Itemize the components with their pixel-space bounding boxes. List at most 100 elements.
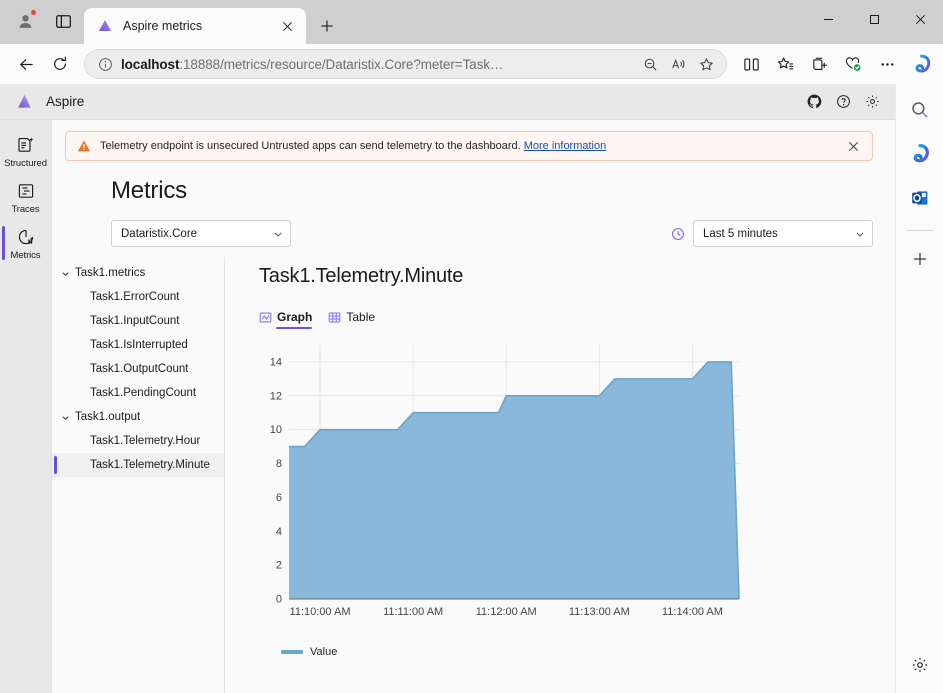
search-icon[interactable] [904, 94, 936, 126]
sidebar-label-metrics: Metrics [10, 250, 41, 261]
svg-text:10: 10 [270, 424, 282, 436]
metrics-tree: Task1.metrics Task1.ErrorCount Task1.Inp… [52, 257, 225, 693]
svg-text:11:12:00 AM: 11:12:00 AM [476, 606, 537, 618]
add-favorite-icon[interactable] [692, 51, 720, 77]
tree-item-isinterrupted[interactable]: Task1.IsInterrupted [52, 333, 224, 357]
address-bar-url: localhost:18888/metrics/resource/Dataris… [121, 57, 636, 72]
svg-text:11:10:00 AM: 11:10:00 AM [290, 606, 351, 618]
tab-table-label: Table [346, 310, 376, 324]
traces-icon [17, 181, 35, 201]
tab-graph[interactable]: Graph [259, 310, 313, 329]
sidebar-item-metrics[interactable]: Metrics [0, 220, 52, 266]
view-tabs: Graph Table [259, 310, 895, 329]
settings-gear-icon[interactable] [859, 89, 885, 115]
collections-icon[interactable] [803, 48, 835, 80]
sidebar-divider [906, 230, 933, 231]
tree-label: Task1.metrics [75, 267, 146, 279]
svg-text:14: 14 [270, 356, 282, 368]
svg-text:11:14:00 AM: 11:14:00 AM [662, 606, 723, 618]
browser-tab[interactable]: Aspire metrics [84, 8, 306, 44]
new-tab-button[interactable] [312, 11, 342, 41]
address-bar[interactable]: localhost:18888/metrics/resource/Dataris… [84, 49, 727, 79]
time-range-value: Last 5 minutes [703, 227, 778, 240]
browser-essentials-icon[interactable] [837, 48, 869, 80]
svg-text:2: 2 [276, 560, 282, 572]
zoom-out-icon[interactable] [636, 51, 664, 77]
read-aloud-icon[interactable] [664, 51, 692, 77]
split-screen-icon[interactable] [735, 48, 767, 80]
metric-area-chart[interactable]: 0 2 4 6 8 10 12 14 11:10:00 AM 11:11:00 AM 11:12:0… [259, 337, 749, 637]
tree-label: Task1.OutputCount [90, 363, 189, 375]
main-content: Telemetry endpoint is unsecured Untruste… [52, 120, 895, 693]
tree-item-errorcount[interactable]: Task1.ErrorCount [52, 285, 224, 309]
svg-text:12: 12 [270, 390, 282, 402]
settings-more-icon[interactable] [871, 48, 903, 80]
metrics-toolbar: Dataristix.Core Last 5 minutes [111, 220, 873, 247]
svg-text:11:11:00 AM: 11:11:00 AM [383, 606, 443, 618]
tree-group-task1-metrics[interactable]: Task1.metrics [52, 261, 224, 285]
sidebar-label-traces: Traces [11, 204, 40, 215]
warning-triangle-icon [77, 139, 91, 153]
tree-label: Task1.Telemetry.Hour [90, 435, 201, 447]
chart-graph[interactable]: 0 2 4 6 8 10 12 14 11:10:00 AM 11:11:00 AM 11:12:0… [259, 337, 895, 642]
github-icon[interactable] [801, 89, 827, 115]
time-range-select[interactable]: Last 5 minutes [693, 220, 873, 247]
chart-title: Task1.Telemetry.Minute [259, 265, 464, 287]
info-icon[interactable] [95, 54, 115, 74]
svg-text:6: 6 [276, 492, 282, 504]
close-window-button[interactable] [897, 0, 943, 38]
refresh-icon[interactable] [44, 48, 76, 80]
tree-item-telemetry-hour[interactable]: Task1.Telemetry.Hour [52, 429, 224, 453]
chevron-down-icon[interactable] [61, 269, 75, 278]
page-title: Metrics [111, 177, 187, 204]
tree-item-telemetry-minute[interactable]: Task1.Telemetry.Minute [52, 453, 224, 477]
banner-text: Telemetry endpoint is unsecured Untruste… [100, 140, 521, 152]
tree-label: Task1.InputCount [90, 315, 180, 327]
legend-swatch-value [281, 650, 303, 654]
app-name: Aspire [46, 94, 85, 109]
resource-select[interactable]: Dataristix.Core [111, 220, 291, 247]
add-sidebar-icon[interactable] [904, 243, 936, 275]
close-icon[interactable] [276, 15, 298, 37]
sidebar-item-structured[interactable]: Structured [0, 128, 52, 174]
tree-label: Task1.Telemetry.Minute [90, 459, 210, 471]
outlook-icon[interactable] [904, 182, 936, 214]
profile-notification-dot [30, 9, 37, 16]
tree-label: Task1.output [75, 411, 141, 423]
back-arrow-icon[interactable] [10, 48, 42, 80]
tree-label: Task1.ErrorCount [90, 291, 180, 303]
banner-close-icon[interactable] [842, 135, 864, 157]
tab-graph-label: Graph [277, 310, 313, 324]
tab-actions-button[interactable] [46, 6, 80, 36]
copilot-icon[interactable] [904, 138, 936, 170]
profile-button[interactable] [8, 6, 42, 36]
favorites-icon[interactable] [769, 48, 801, 80]
tree-item-outputcount[interactable]: Task1.OutputCount [52, 357, 224, 381]
tab-strip-left-buttons [8, 0, 80, 44]
maximize-button[interactable] [851, 0, 897, 38]
security-warning-banner: Telemetry endpoint is unsecured Untruste… [65, 131, 873, 161]
tree-label: Task1.IsInterrupted [90, 339, 188, 351]
window-controls [805, 0, 943, 44]
banner-more-information-link[interactable]: More information [524, 140, 607, 152]
resource-select-value: Dataristix.Core [121, 227, 198, 240]
minimize-button[interactable] [805, 0, 851, 38]
tab-table[interactable]: Table [328, 310, 375, 329]
chevron-down-icon[interactable] [61, 413, 75, 422]
sidebar-settings-icon[interactable] [904, 649, 936, 681]
aspire-dashboard: Aspire Structured Traces Metrics Telemet… [0, 84, 895, 693]
chart-legend: Value [281, 646, 895, 658]
svg-text:4: 4 [276, 526, 282, 538]
edge-sidebar [895, 84, 943, 693]
help-icon[interactable] [830, 89, 856, 115]
tree-item-pendingcount[interactable]: Task1.PendingCount [52, 381, 224, 405]
tree-item-inputcount[interactable]: Task1.InputCount [52, 309, 224, 333]
tab-title: Aspire metrics [123, 19, 203, 33]
tree-group-task1-output[interactable]: Task1.output [52, 405, 224, 429]
time-range-group: Last 5 minutes [671, 220, 873, 247]
url-path: :18888/metrics/resource/Dataristix.Core?… [179, 56, 504, 72]
app-nav-rail: Structured Traces Metrics [0, 120, 52, 693]
sidebar-item-traces[interactable]: Traces [0, 174, 52, 220]
copilot-icon[interactable] [905, 48, 937, 80]
legend-label-value: Value [310, 646, 338, 658]
